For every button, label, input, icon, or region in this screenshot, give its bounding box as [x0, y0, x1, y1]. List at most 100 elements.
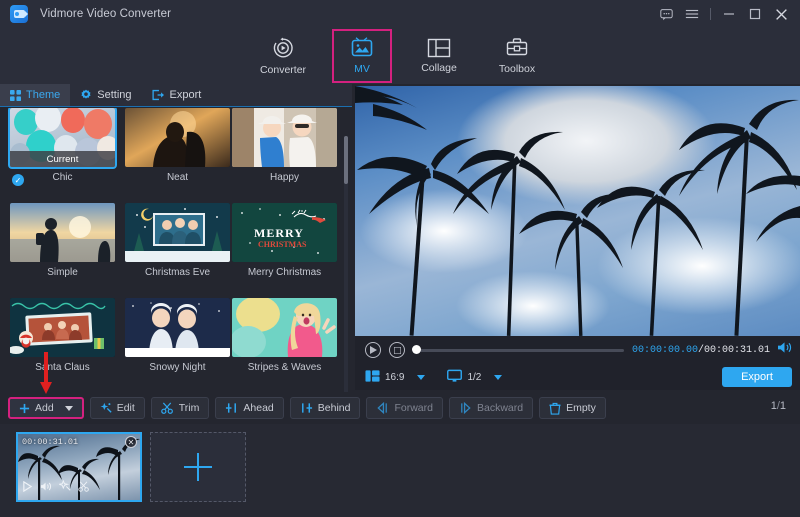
- theme-item-merry-christmas[interactable]: MERRY CHRISTMAS Merry Christmas: [232, 203, 337, 278]
- subtab-theme[interactable]: Theme: [0, 84, 70, 106]
- tab-toolbox[interactable]: Toolbox: [489, 31, 545, 81]
- clip-close-icon[interactable]: ✕: [125, 436, 137, 448]
- screen-selector[interactable]: 1/2: [447, 369, 502, 386]
- theme-item-chic[interactable]: Current ✓ Chic: [10, 108, 115, 183]
- theme-thumbnail: [10, 298, 115, 357]
- theme-thumbnail: [232, 298, 337, 357]
- plus-icon: [184, 453, 212, 481]
- backward-button[interactable]: Backward: [449, 397, 533, 419]
- theme-label: Simple: [10, 267, 115, 278]
- volume-icon[interactable]: [777, 341, 792, 359]
- edit-button-label: Edit: [117, 402, 135, 414]
- theme-item-happy[interactable]: Happy: [232, 108, 337, 183]
- tab-converter[interactable]: Converter: [255, 31, 311, 81]
- minimize-icon[interactable]: [716, 0, 742, 28]
- title-bar: Vidmore Video Converter: [0, 0, 800, 28]
- subtab-export-label: Export: [170, 89, 202, 101]
- theme-thumbnail: [232, 108, 337, 167]
- behind-button[interactable]: Behind: [290, 397, 361, 419]
- seek-handle[interactable]: [412, 345, 421, 354]
- time-display: 00:00:00.00/00:00:31.01: [632, 345, 770, 356]
- tab-collage[interactable]: Collage: [411, 31, 467, 81]
- svg-text:MERRY: MERRY: [254, 226, 304, 240]
- clip-action-toolbar: Add Edit Trim Ahead Behind Forward Backw…: [0, 392, 800, 424]
- subtab-setting[interactable]: Setting: [70, 84, 141, 106]
- theme-thumbnail: [10, 203, 115, 262]
- forward-button[interactable]: Forward: [366, 397, 443, 419]
- theme-panel: Theme Setting Export: [0, 84, 352, 390]
- play-button[interactable]: [365, 342, 381, 358]
- chevron-down-icon[interactable]: [417, 375, 425, 380]
- chevron-down-icon[interactable]: [65, 406, 73, 411]
- subtab-export[interactable]: Export: [142, 84, 212, 106]
- app-logo-icon: [10, 5, 28, 23]
- app-title: Vidmore Video Converter: [40, 8, 171, 20]
- forward-button-label: Forward: [394, 402, 433, 414]
- subtab-underline: [0, 106, 352, 107]
- ahead-button-label: Ahead: [243, 402, 273, 414]
- theme-label: Snowy Night: [125, 362, 230, 373]
- theme-current-badge: Current: [10, 151, 115, 167]
- empty-button[interactable]: Empty: [539, 397, 606, 419]
- clip-trim-icon[interactable]: [78, 479, 90, 497]
- theme-label: Stripes & Waves: [232, 362, 337, 373]
- screen-icon: [447, 369, 462, 386]
- tab-toolbox-label: Toolbox: [499, 63, 535, 75]
- empty-button-label: Empty: [566, 402, 596, 414]
- current-time: 00:00:00.00: [632, 345, 698, 356]
- ahead-button[interactable]: Ahead: [215, 397, 283, 419]
- theme-item-snowy-night[interactable]: Snowy Night: [125, 298, 230, 373]
- page-indicator: 1/1: [771, 400, 786, 412]
- behind-button-label: Behind: [318, 402, 351, 414]
- clip-filmstrip: 00:00:31.01 ✕: [0, 424, 800, 517]
- theme-item-christmas-eve[interactable]: Christmas Eve: [125, 203, 230, 278]
- clip-duration-overlay: 00:00:31.01: [18, 434, 140, 450]
- theme-label: Christmas Eve: [125, 267, 230, 278]
- tab-mv-label: MV: [354, 63, 370, 75]
- mode-tab-bar: Converter MV Collage: [0, 28, 800, 84]
- theme-scrollbar-thumb[interactable]: [344, 136, 348, 184]
- theme-item-simple[interactable]: Simple: [10, 203, 115, 278]
- app-window: Vidmore Video Converter: [0, 0, 800, 517]
- menu-icon[interactable]: [679, 0, 705, 28]
- add-clip-placeholder[interactable]: [150, 432, 246, 502]
- maximize-icon[interactable]: [742, 0, 768, 28]
- preview-palms: [355, 86, 800, 336]
- theme-label: Neat: [125, 172, 230, 183]
- theme-scrollbar[interactable]: [344, 136, 348, 396]
- export-button[interactable]: Export: [722, 367, 792, 387]
- clip-thumbnail[interactable]: 00:00:31.01 ✕: [16, 432, 142, 502]
- theme-item-neat[interactable]: Neat: [125, 108, 230, 183]
- theme-label: Chic: [10, 172, 115, 183]
- add-button[interactable]: Add: [8, 397, 84, 419]
- theme-thumbnail: [125, 298, 230, 357]
- clip-volume-icon[interactable]: [40, 479, 52, 497]
- clip-edit-icon[interactable]: [59, 479, 71, 497]
- aspect-ratio-icon: [365, 369, 380, 386]
- tab-collage-label: Collage: [421, 62, 457, 74]
- trim-button-label: Trim: [179, 402, 200, 414]
- stop-button[interactable]: [389, 342, 405, 358]
- seek-slider[interactable]: [413, 349, 624, 352]
- total-time: 00:00:31.01: [704, 345, 770, 356]
- subtab-setting-label: Setting: [97, 89, 131, 101]
- clip-play-icon[interactable]: [22, 479, 33, 497]
- screen-value: 1/2: [467, 372, 481, 383]
- edit-button[interactable]: Edit: [90, 397, 145, 419]
- sub-tab-bar: Theme Setting Export: [0, 84, 352, 106]
- subtab-theme-label: Theme: [26, 89, 60, 101]
- divider: [710, 8, 711, 20]
- theme-label: Happy: [232, 172, 337, 183]
- trim-button[interactable]: Trim: [151, 397, 210, 419]
- video-preview[interactable]: [355, 86, 800, 336]
- tab-mv[interactable]: MV: [332, 29, 392, 83]
- close-icon[interactable]: [768, 0, 794, 28]
- aspect-ratio-selector[interactable]: 16:9: [365, 369, 425, 386]
- feedback-icon[interactable]: [653, 0, 679, 28]
- theme-item-stripes-waves[interactable]: Stripes & Waves: [232, 298, 337, 373]
- svg-text:CHRISTMAS: CHRISTMAS: [258, 240, 307, 249]
- theme-item-santa-claus[interactable]: Santa Claus: [10, 298, 115, 373]
- page-total: 1: [780, 400, 786, 412]
- clip-duration: 00:00:31.01: [22, 437, 78, 447]
- chevron-down-icon[interactable]: [494, 375, 502, 380]
